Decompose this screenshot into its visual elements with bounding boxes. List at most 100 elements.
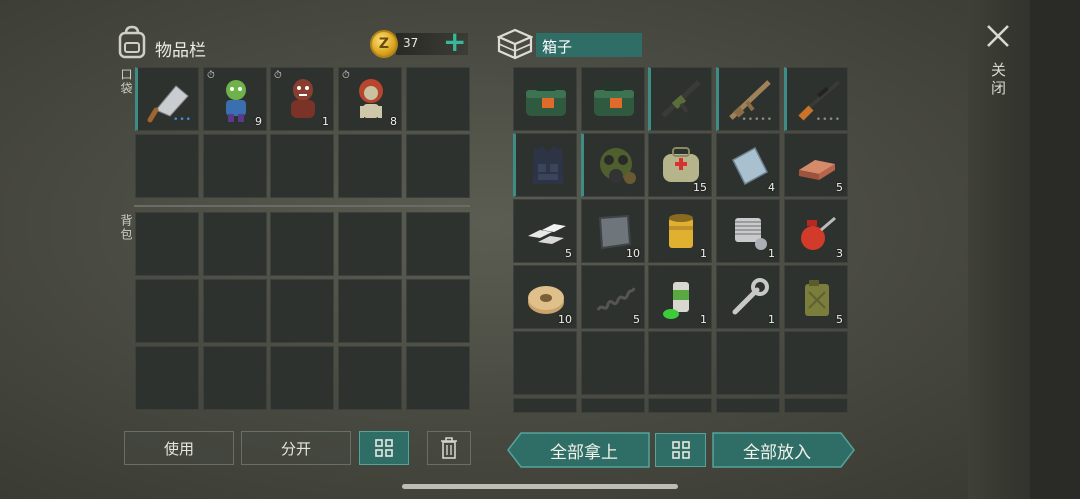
- side-panel-edge: [1030, 0, 1080, 499]
- empty-slot[interactable]: [203, 212, 267, 276]
- ammo-bag-icon: [594, 83, 634, 116]
- empty-slot[interactable]: [135, 212, 199, 276]
- item-slot[interactable]: [581, 133, 645, 197]
- copper-ingot-icon: [799, 160, 835, 180]
- item-slot[interactable]: 5: [581, 265, 645, 329]
- item-quantity: 4: [768, 181, 775, 194]
- use-button[interactable]: 使用: [124, 431, 234, 465]
- item-slot[interactable]: [648, 67, 712, 131]
- add-coins-button[interactable]: +: [443, 28, 466, 56]
- spray-can-icon: [663, 282, 689, 319]
- item-slot[interactable]: 10: [581, 199, 645, 263]
- item-slot[interactable]: ••••: [784, 67, 848, 131]
- empty-slot[interactable]: [270, 279, 334, 343]
- item-slot[interactable]: 5: [784, 133, 848, 197]
- empty-slot[interactable]: [581, 398, 645, 413]
- backpack-label: 背包: [119, 214, 133, 242]
- item-quantity: 5: [565, 247, 572, 260]
- item-quantity: 3: [836, 247, 843, 260]
- oil-can-icon: [801, 216, 836, 250]
- container-title[interactable]: 箱子: [536, 33, 642, 57]
- empty-slot[interactable]: [338, 279, 402, 343]
- empty-slot[interactable]: [203, 279, 267, 343]
- empty-slot[interactable]: [648, 398, 712, 413]
- item-slot[interactable]: •••••: [716, 67, 780, 131]
- put-all-button[interactable]: 全部放入: [712, 432, 842, 468]
- backpack-icon: [118, 25, 146, 59]
- empty-slot[interactable]: [406, 212, 470, 276]
- empty-slot[interactable]: [716, 398, 780, 413]
- pocket-backpack-divider: [134, 205, 470, 207]
- home-indicator[interactable]: [402, 484, 678, 489]
- coin-icon: Z: [370, 30, 398, 58]
- empty-slot[interactable]: [581, 331, 645, 395]
- take-all-button[interactable]: 全部拿上: [520, 432, 648, 468]
- item-slot[interactable]: 5: [784, 265, 848, 329]
- aluminum-bars-icon: [528, 224, 566, 244]
- empty-slot[interactable]: [513, 398, 577, 413]
- item-slot[interactable]: ⏱ 1: [270, 67, 334, 131]
- wrench-icon: [732, 278, 769, 315]
- inventory-title: 物品栏: [155, 41, 206, 61]
- tactical-vest-icon: [532, 146, 564, 184]
- trash-button[interactable]: [427, 431, 471, 465]
- empty-slot[interactable]: [406, 67, 470, 131]
- empty-slot[interactable]: [513, 331, 577, 395]
- item-slot[interactable]: 1: [648, 265, 712, 329]
- empty-slot[interactable]: [406, 134, 470, 198]
- item-quantity: 1: [322, 115, 329, 128]
- item-slot[interactable]: ⏱ 8: [338, 67, 402, 131]
- coin-count: 37: [403, 36, 419, 50]
- empty-slot[interactable]: [338, 134, 402, 198]
- trash-icon: [441, 437, 457, 459]
- item-quantity: 5: [633, 313, 640, 326]
- durability-dots: ••••: [815, 115, 841, 125]
- empty-slot[interactable]: [203, 134, 267, 198]
- item-quantity: 1: [768, 313, 775, 326]
- empty-slot[interactable]: [784, 331, 848, 395]
- item-quantity: 1: [700, 313, 707, 326]
- empty-slot[interactable]: [203, 346, 267, 410]
- item-slot[interactable]: 10: [513, 265, 577, 329]
- empty-slot[interactable]: [270, 212, 334, 276]
- empty-slot[interactable]: [784, 398, 848, 413]
- close-icon[interactable]: [984, 22, 1012, 50]
- item-slot[interactable]: 3: [784, 199, 848, 263]
- oil-filter-icon: [669, 214, 693, 248]
- item-quantity: 1: [768, 247, 775, 260]
- empty-slot[interactable]: [135, 279, 199, 343]
- box-icon: [497, 28, 533, 60]
- sort-inventory-button[interactable]: [359, 431, 409, 465]
- item-slot[interactable]: 1: [648, 199, 712, 263]
- item-slot[interactable]: [581, 67, 645, 131]
- sort-container-button[interactable]: [655, 433, 706, 467]
- empty-slot[interactable]: [716, 331, 780, 395]
- item-slot[interactable]: •••: [135, 67, 199, 131]
- jerry-can-icon: [805, 280, 829, 316]
- empty-slot[interactable]: [406, 279, 470, 343]
- empty-slot[interactable]: [135, 346, 199, 410]
- empty-slot[interactable]: [270, 346, 334, 410]
- item-slot[interactable]: [513, 67, 577, 131]
- empty-slot[interactable]: [406, 346, 470, 410]
- green-zombie-toy-icon: [226, 80, 246, 122]
- item-slot[interactable]: 15: [648, 133, 712, 197]
- item-slot[interactable]: 1: [716, 199, 780, 263]
- timer-icon: ⏱: [342, 70, 350, 81]
- spring-icon: [596, 287, 636, 311]
- close-button-label[interactable]: 关闭: [988, 62, 1009, 98]
- item-slot[interactable]: 5: [513, 199, 577, 263]
- empty-slot[interactable]: [648, 331, 712, 395]
- empty-slot[interactable]: [338, 212, 402, 276]
- split-button[interactable]: 分开: [241, 431, 351, 465]
- timer-icon: ⏱: [274, 70, 282, 81]
- empty-slot[interactable]: [270, 134, 334, 198]
- item-slot[interactable]: [513, 133, 577, 197]
- item-slot[interactable]: ⏱ 9: [203, 67, 267, 131]
- empty-slot[interactable]: [135, 134, 199, 198]
- empty-slot[interactable]: [338, 346, 402, 410]
- brown-zombie-toy-icon: [291, 79, 315, 118]
- item-quantity: 1: [700, 247, 707, 260]
- item-slot[interactable]: 4: [716, 133, 780, 197]
- item-slot[interactable]: 1: [716, 265, 780, 329]
